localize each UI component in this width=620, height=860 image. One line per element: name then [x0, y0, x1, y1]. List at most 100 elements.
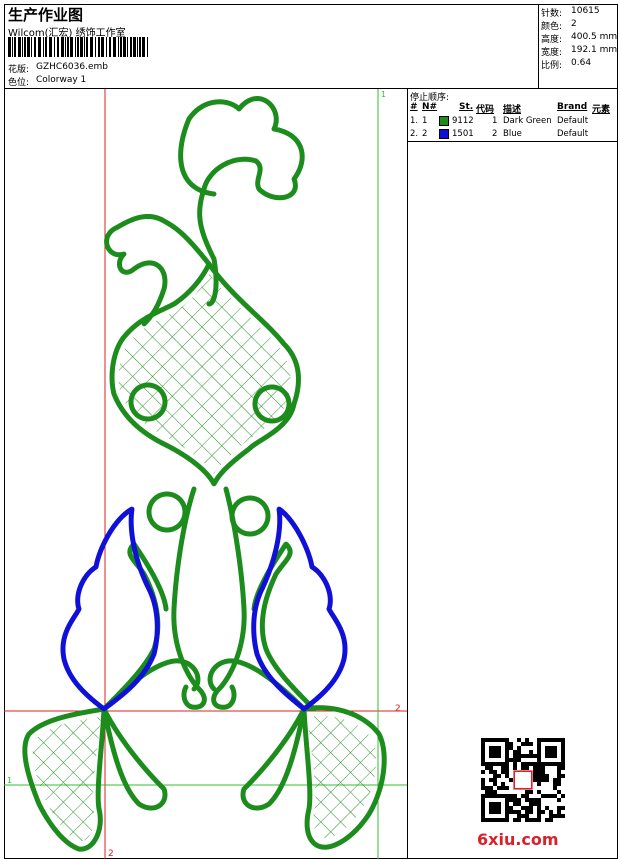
qr-module: [557, 790, 561, 794]
qr-module: [513, 754, 517, 758]
barcode-bar: [27, 37, 30, 57]
qr-module: [561, 754, 565, 758]
qr-module: [545, 774, 549, 778]
barcode-bar: [38, 37, 41, 57]
qr-module: [493, 750, 497, 754]
qr-module: [553, 738, 557, 742]
barcode-bar: [109, 37, 111, 57]
qr-module: [561, 758, 565, 762]
height-label: 高度:: [541, 35, 563, 45]
qr-module: [561, 766, 565, 770]
qr-module: [533, 754, 537, 758]
qr-module: [513, 798, 517, 802]
design-file-name: GZHC6036.emb: [36, 62, 108, 72]
qr-module: [493, 754, 497, 758]
scale-value: 0.64: [571, 58, 592, 68]
qr-module: [553, 786, 557, 790]
row-description: Dark Green: [503, 116, 552, 126]
diamond-mesh-fill: [118, 274, 291, 474]
qr-module: [505, 738, 509, 742]
width-label: 宽度:: [541, 48, 563, 58]
guide-marker-2-bottom: 2: [108, 849, 114, 859]
qr-module: [489, 754, 493, 758]
col-header-needle: N#: [422, 102, 438, 112]
barcode-bar: [133, 37, 136, 57]
qr-module: [525, 754, 529, 758]
qr-module: [553, 782, 557, 786]
qr-module: [497, 754, 501, 758]
qr-module: [533, 770, 537, 774]
qr-module: [481, 814, 485, 818]
row-stitches: 9112: [452, 116, 474, 126]
qr-module: [541, 794, 545, 798]
qr-module: [493, 806, 497, 810]
qr-module: [541, 766, 545, 770]
qr-module: [481, 794, 485, 798]
qr-module: [521, 754, 525, 758]
qr-module: [525, 790, 529, 794]
bottom-left-petal-mesh: [32, 717, 101, 842]
qr-module: [489, 790, 493, 794]
width-value: 192.1 mm: [571, 45, 618, 55]
scale-label: 比例:: [541, 61, 563, 71]
qr-module: [489, 766, 493, 770]
qr-module: [549, 810, 553, 814]
qr-module: [497, 746, 501, 750]
qr-module: [493, 738, 497, 742]
page-title: 生产作业图: [8, 6, 84, 24]
barcode-bar: [98, 37, 100, 57]
color-count-value: 2: [571, 19, 577, 29]
barcode-bar: [106, 37, 107, 57]
qr-module: [537, 790, 541, 794]
qr-module: [517, 798, 521, 802]
qr-module: [537, 762, 541, 766]
qr-module: [533, 802, 537, 806]
qr-module: [505, 802, 509, 806]
qr-module: [481, 810, 485, 814]
qr-module: [501, 738, 505, 742]
barcode-bar: [101, 37, 104, 57]
barcode-bar: [75, 37, 76, 57]
barcode-bar: [120, 37, 122, 57]
qr-module: [505, 814, 509, 818]
qr-module: [545, 806, 549, 810]
qr-module: [485, 818, 489, 822]
qr-module: [489, 762, 493, 766]
qr-module: [561, 742, 565, 746]
qr-module: [537, 802, 541, 806]
qr-module: [497, 794, 501, 798]
qr-module: [561, 794, 565, 798]
qr-module: [525, 798, 529, 802]
colorway-name: Colorway 1: [36, 75, 87, 85]
qr-module: [493, 794, 497, 798]
qr-module: [485, 766, 489, 770]
qr-module: [537, 774, 541, 778]
qr-module: [505, 766, 509, 770]
qr-module: [509, 758, 513, 762]
qr-module: [561, 774, 565, 778]
qr-module: [517, 758, 521, 762]
qr-module: [529, 762, 533, 766]
qr-module: [505, 786, 509, 790]
qr-module: [513, 802, 517, 806]
qr-module: [509, 798, 513, 802]
barcode-bar: [118, 37, 119, 57]
qr-module: [553, 778, 557, 782]
qr-module: [513, 758, 517, 762]
barcode-bar: [147, 37, 148, 57]
barcode-bar: [22, 37, 23, 57]
qr-module: [557, 762, 561, 766]
qr-module: [501, 782, 505, 786]
qr-module: [501, 786, 505, 790]
qr-module: [533, 778, 537, 782]
qr-module: [489, 750, 493, 754]
qr-module: [485, 738, 489, 742]
qr-module: [493, 790, 497, 794]
qr-module: [513, 794, 517, 798]
qr-module: [549, 814, 553, 818]
stats-divider: [538, 4, 539, 88]
qr-module: [481, 758, 485, 762]
qr-module: [521, 794, 525, 798]
qr-module: [553, 750, 557, 754]
qr-module: [505, 818, 509, 822]
